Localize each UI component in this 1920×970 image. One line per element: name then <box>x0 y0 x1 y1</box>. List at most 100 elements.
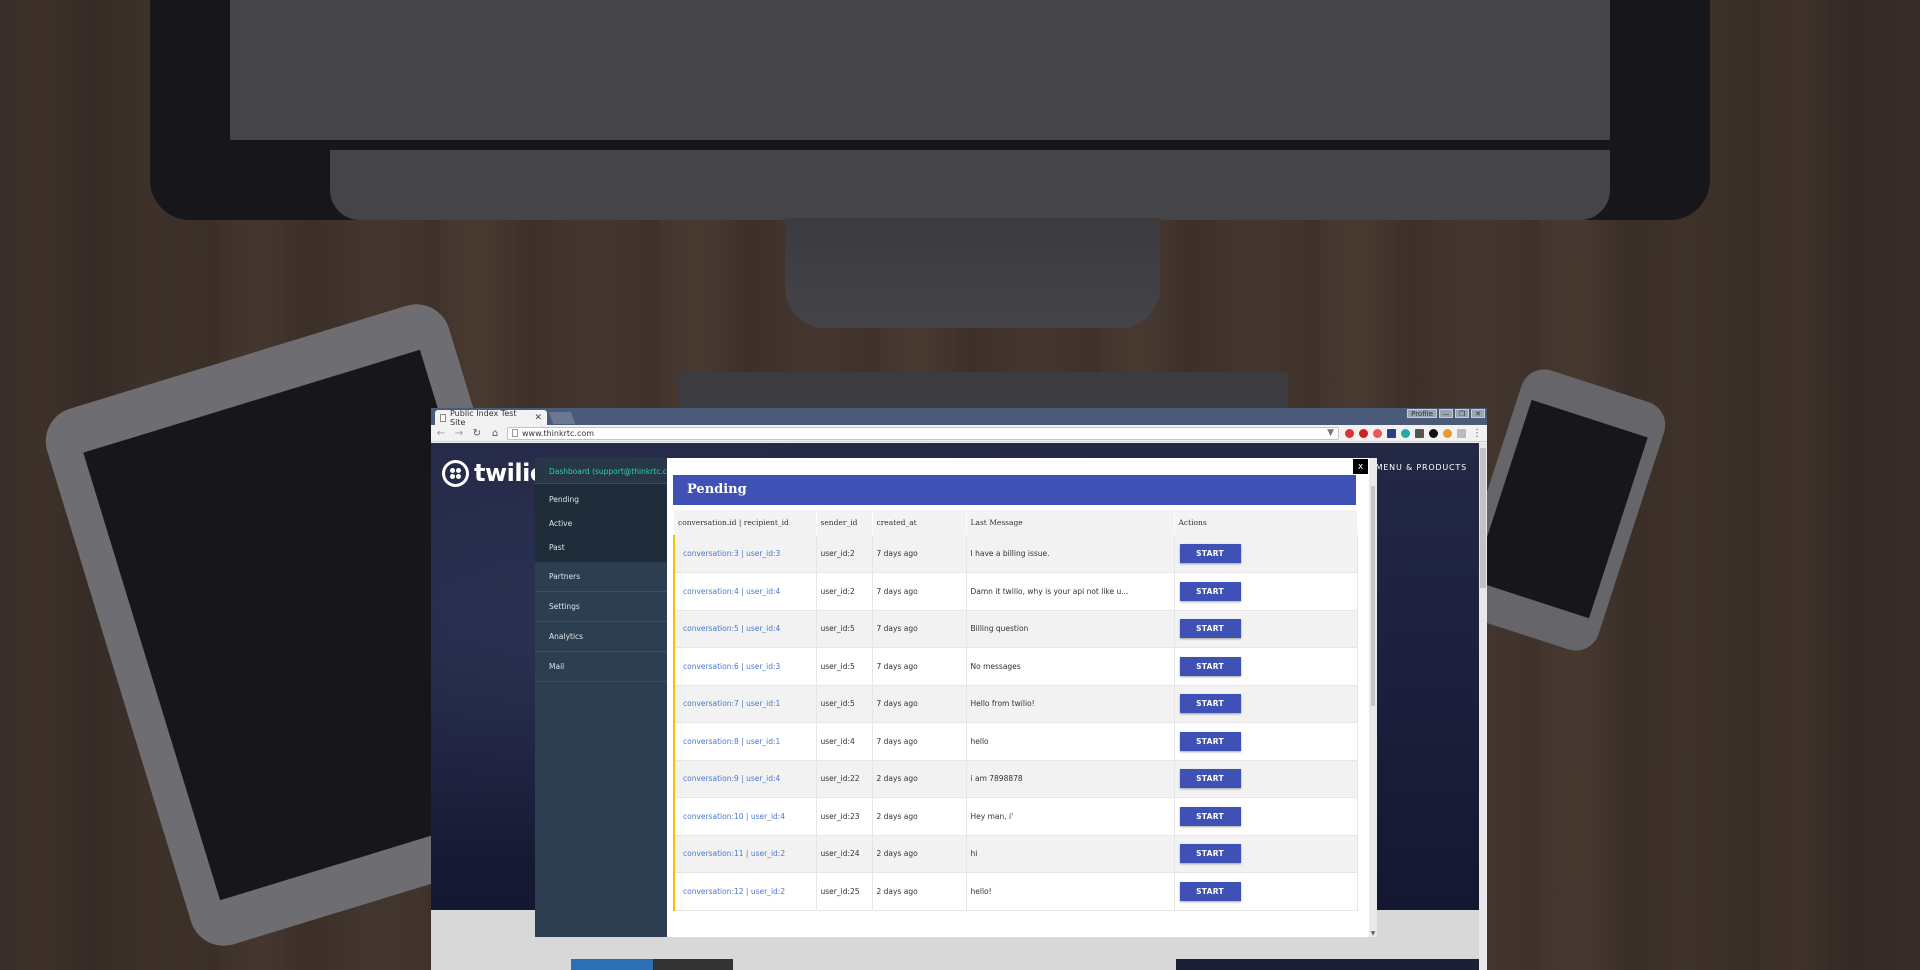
browser-menu-icon[interactable]: ⋮ <box>1471 428 1483 439</box>
minimize-button[interactable]: — <box>1439 409 1453 418</box>
sidebar-item-analytics[interactable]: Analytics <box>535 622 667 652</box>
table-row: conversation:4 | user_id:4 user_id:2 7 d… <box>673 572 1358 611</box>
browser-tab-active[interactable]: Public Index Test Site ✕ <box>435 408 547 427</box>
web-page: twilio MENU & PRODUCTS Dashboard (suppor… <box>431 443 1479 970</box>
created-cell: 7 days ago <box>872 685 967 723</box>
start-button[interactable]: START <box>1179 844 1241 864</box>
home-icon[interactable]: ⌂ <box>489 428 501 439</box>
sidebar-item-active[interactable]: Active <box>535 511 667 535</box>
scroll-down-icon[interactable]: ▼ <box>1369 930 1377 937</box>
created-cell: 2 days ago <box>872 760 967 798</box>
back-icon[interactable]: ← <box>435 428 447 439</box>
sender-cell: user_id:22 <box>816 760 873 798</box>
page-info-icon[interactable] <box>512 429 518 437</box>
window-controls: Profile — ❐ ✕ <box>1407 409 1485 418</box>
start-button[interactable]: START <box>1179 581 1241 601</box>
created-cell: 7 days ago <box>872 647 967 686</box>
extension-icon[interactable] <box>1387 428 1396 438</box>
menu-products-label: MENU & PRODUCTS <box>1375 463 1467 472</box>
extension-icon[interactable] <box>1345 428 1354 438</box>
tab-bar: Public Index Test Site ✕ Profile — ❐ ✕ <box>431 408 1487 427</box>
extension-icon[interactable] <box>1443 428 1452 438</box>
reload-icon[interactable]: ↻ <box>471 428 483 439</box>
actions-cell: START <box>1174 685 1358 723</box>
start-button[interactable]: START <box>1179 694 1241 714</box>
extension-icon[interactable] <box>1401 428 1410 438</box>
conversation-submenu: Pending Active Past <box>535 484 667 562</box>
dashboard-header-link[interactable]: Dashboard (support@thinkrtc.com) <box>535 458 682 484</box>
extension-icon[interactable] <box>1457 428 1466 438</box>
address-bar[interactable]: www.thinkrtc.com ▼ <box>507 426 1339 440</box>
sender-cell: user_id:5 <box>816 610 873 648</box>
start-button[interactable]: START <box>1179 806 1241 826</box>
sidebar-item-partners[interactable]: Partners <box>535 562 667 592</box>
maximize-button[interactable]: ❐ <box>1455 409 1469 418</box>
actions-cell: START <box>1174 610 1358 648</box>
created-cell: 7 days ago <box>872 572 967 611</box>
extension-icon[interactable] <box>1373 428 1382 438</box>
extension-icon[interactable] <box>1359 428 1368 438</box>
actions-cell: START <box>1174 572 1358 611</box>
sidebar-menu: Partners Settings Analytics Mail <box>535 562 667 682</box>
conversation-link[interactable]: conversation:11 | user_id:2 <box>673 835 817 873</box>
start-button[interactable]: START <box>1179 544 1241 563</box>
message-cell: Damn it twilio, why is your api not like… <box>966 572 1175 611</box>
actions-cell: START <box>1174 872 1358 911</box>
sender-cell: user_id:5 <box>816 647 873 686</box>
message-cell: No messages <box>966 647 1175 686</box>
twilio-logo[interactable]: twilio <box>442 459 546 487</box>
forward-icon[interactable]: → <box>453 428 465 439</box>
column-header: created_at <box>872 510 967 535</box>
sidebar-item-pending[interactable]: Pending <box>535 487 667 511</box>
close-modal-button[interactable]: x <box>1352 458 1369 475</box>
conversation-link[interactable]: conversation:8 | user_id:1 <box>673 722 817 761</box>
start-button[interactable]: START <box>1179 769 1241 789</box>
conversation-link[interactable]: conversation:6 | user_id:3 <box>673 647 817 686</box>
page-scrollbar-thumb[interactable] <box>1480 448 1486 588</box>
actions-cell: START <box>1174 535 1358 573</box>
column-header: Last Message <box>966 510 1175 535</box>
sender-cell: user_id:2 <box>816 572 873 611</box>
start-button[interactable]: START <box>1179 656 1241 676</box>
new-tab-button[interactable] <box>548 412 576 424</box>
page-icon <box>440 413 446 422</box>
sidebar-item-mail[interactable]: Mail <box>535 652 667 682</box>
created-cell: 2 days ago <box>872 797 967 836</box>
conversation-link[interactable]: conversation:5 | user_id:4 <box>673 610 817 648</box>
close-window-button[interactable]: ✕ <box>1471 409 1485 418</box>
conversation-link[interactable]: conversation:7 | user_id:1 <box>673 685 817 723</box>
conversation-link[interactable]: conversation:3 | user_id:3 <box>673 535 817 573</box>
table-row: conversation:9 | user_id:4 user_id:22 2 … <box>673 760 1358 798</box>
column-header: conversation.id | recipient_id <box>674 510 817 535</box>
start-button[interactable]: START <box>1179 731 1241 751</box>
sender-cell: user_id:2 <box>816 535 873 573</box>
message-cell: hi <box>966 835 1175 873</box>
conversation-link[interactable]: conversation:9 | user_id:4 <box>673 760 817 798</box>
created-cell: 7 days ago <box>872 610 967 648</box>
page-scrollbar[interactable] <box>1479 443 1487 970</box>
filter-icon[interactable]: ▼ <box>1327 428 1334 438</box>
close-tab-icon[interactable]: ✕ <box>534 413 542 423</box>
conversation-link[interactable]: conversation:4 | user_id:4 <box>673 572 817 611</box>
conversation-link[interactable]: conversation:10 | user_id:4 <box>673 797 817 836</box>
tab-title: Public Index Test Site <box>450 408 517 427</box>
table-row: conversation:7 | user_id:1 user_id:5 7 d… <box>673 685 1358 723</box>
modal-scrollbar-thumb[interactable] <box>1371 486 1375 706</box>
sidebar-item-settings[interactable]: Settings <box>535 592 667 622</box>
menu-products-button[interactable]: MENU & PRODUCTS <box>1363 463 1467 472</box>
browser-toolbar: ← → ↻ ⌂ www.thinkrtc.com ▼ ⋮ <box>431 425 1487 442</box>
table-header-row: conversation.id | recipient_id sender_id… <box>674 510 1358 535</box>
created-cell: 2 days ago <box>872 835 967 873</box>
message-cell: Hello from twilio! <box>966 685 1175 723</box>
browser-window: Public Index Test Site ✕ Profile — ❐ ✕ ←… <box>431 408 1487 970</box>
modal-scrollbar[interactable]: ▼ <box>1369 458 1377 937</box>
sidebar-item-past[interactable]: Past <box>535 535 667 559</box>
start-button[interactable]: START <box>1179 881 1241 901</box>
profile-button[interactable]: Profile <box>1407 409 1437 418</box>
conversation-link[interactable]: conversation:12 | user_id:2 <box>673 872 817 911</box>
start-button[interactable]: START <box>1179 619 1241 639</box>
extension-icon[interactable] <box>1415 428 1424 438</box>
extension-icon[interactable] <box>1429 428 1438 438</box>
footer-block <box>653 959 733 970</box>
column-header: Actions <box>1174 510 1358 535</box>
